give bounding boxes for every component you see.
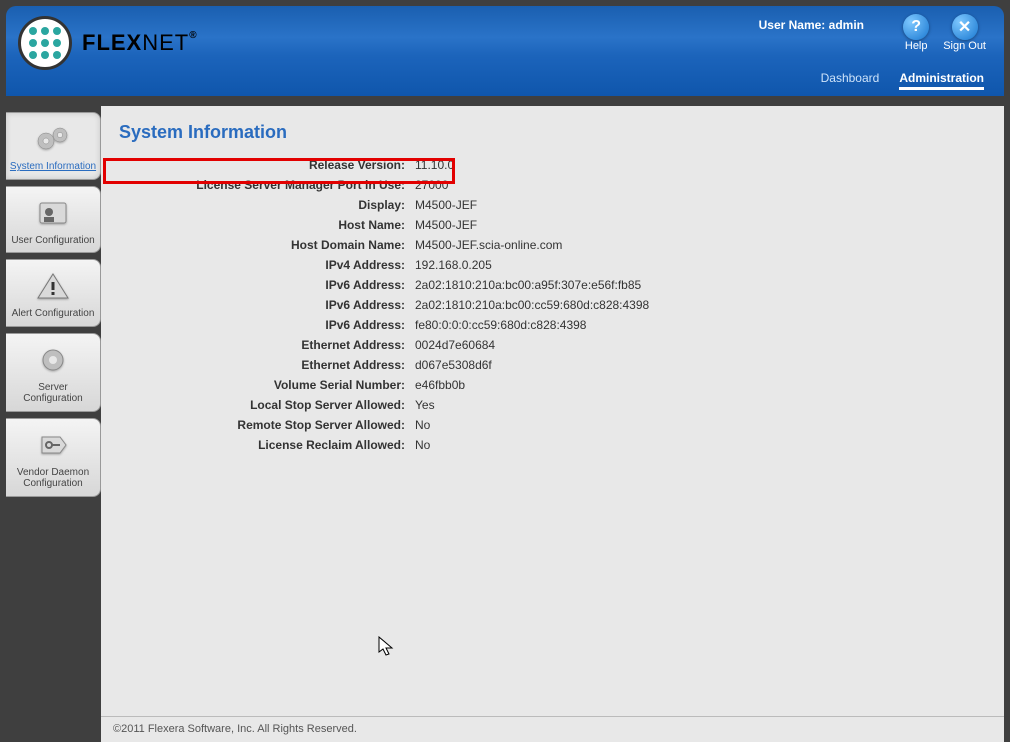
info-label: License Reclaim Allowed: xyxy=(121,438,411,452)
info-row: Ethernet Address:d067e5308d6f xyxy=(121,355,1004,375)
brand-reg: ® xyxy=(189,30,197,41)
footer: ©2011 Flexera Software, Inc. All Rights … xyxy=(101,716,1004,742)
info-value: 192.168.0.205 xyxy=(411,258,492,272)
info-row: IPv4 Address:192.168.0.205 xyxy=(121,255,1004,275)
info-label: IPv4 Address: xyxy=(121,258,411,272)
user-info: User Name: admin xyxy=(759,18,864,32)
close-icon: ✕ xyxy=(952,14,978,40)
info-value: fe80:0:0:0:cc59:680d:c828:4398 xyxy=(411,318,586,332)
signout-button[interactable]: ✕ Sign Out xyxy=(943,14,986,52)
info-row: License Server Manager Port in Use:27000 xyxy=(121,175,1004,195)
brand-text: FLEXNET® xyxy=(82,30,198,56)
gears-icon xyxy=(29,119,77,159)
info-row: Local Stop Server Allowed:Yes xyxy=(121,395,1004,415)
info-label: IPv6 Address: xyxy=(121,278,411,292)
gear-icon xyxy=(29,340,77,380)
user-label: User Name: xyxy=(759,18,826,32)
info-value: No xyxy=(411,438,430,452)
info-value: M4500-JEF.scia-online.com xyxy=(411,238,562,252)
info-row: Host Domain Name:M4500-JEF.scia-online.c… xyxy=(121,235,1004,255)
info-label: Release Version: xyxy=(121,158,411,172)
sidebar-item-alert-configuration[interactable]: Alert Configuration xyxy=(6,259,101,327)
info-value: 11.10.0 xyxy=(411,158,454,172)
sidebar-item-system-information[interactable]: System Information xyxy=(6,112,101,180)
sidebar-item-server-configuration[interactable]: Server Configuration xyxy=(6,333,101,412)
info-label: Host Domain Name: xyxy=(121,238,411,252)
info-label: License Server Manager Port in Use: xyxy=(121,178,411,192)
info-label: Display: xyxy=(121,198,411,212)
brand-logo: FLEXNET® xyxy=(18,16,198,70)
info-label: IPv6 Address: xyxy=(121,298,411,312)
info-label: IPv6 Address: xyxy=(121,318,411,332)
info-label: Ethernet Address: xyxy=(121,358,411,372)
brand-bold: FLEX xyxy=(82,30,142,55)
info-value: d067e5308d6f xyxy=(411,358,492,372)
sidebar: System Information User Configuration xyxy=(6,96,101,716)
info-row: Ethernet Address:0024d7e60684 xyxy=(121,335,1004,355)
info-row: Display:M4500-JEF xyxy=(121,195,1004,215)
info-row: IPv6 Address:2a02:1810:210a:bc00:cc59:68… xyxy=(121,295,1004,315)
tab-dashboard[interactable]: Dashboard xyxy=(821,71,880,90)
sidebar-item-label: System Information xyxy=(8,161,98,173)
info-value: 2a02:1810:210a:bc00:a95f:307e:e56f:fb85 xyxy=(411,278,641,292)
info-value: 27000 xyxy=(411,178,448,192)
system-info-table: Release Version:11.10.0License Server Ma… xyxy=(121,155,1004,455)
help-button[interactable]: ? Help xyxy=(903,14,929,52)
alert-icon xyxy=(29,266,77,306)
logo-icon xyxy=(18,16,72,70)
info-row: Remote Stop Server Allowed:No xyxy=(121,415,1004,435)
info-label: Remote Stop Server Allowed: xyxy=(121,418,411,432)
page-title: System Information xyxy=(101,106,1004,155)
header: FLEXNET® User Name: admin ? Help ✕ Sign … xyxy=(6,6,1004,96)
info-value: M4500-JEF xyxy=(411,218,477,232)
info-row: License Reclaim Allowed:No xyxy=(121,435,1004,455)
sidebar-item-label: Alert Configuration xyxy=(8,308,98,320)
info-value: 2a02:1810:210a:bc00:cc59:680d:c828:4398 xyxy=(411,298,649,312)
help-label: Help xyxy=(905,40,928,52)
info-value: 0024d7e60684 xyxy=(411,338,495,352)
user-value: admin xyxy=(829,18,864,32)
sidebar-item-label: Vendor Daemon Configuration xyxy=(8,467,98,490)
info-row: IPv6 Address:2a02:1810:210a:bc00:a95f:30… xyxy=(121,275,1004,295)
nav-tabs: Dashboard Administration xyxy=(821,71,984,90)
copyright-text: ©2011 Flexera Software, Inc. All Rights … xyxy=(113,723,357,735)
info-row: IPv6 Address:fe80:0:0:0:cc59:680d:c828:4… xyxy=(121,315,1004,335)
sidebar-item-user-configuration[interactable]: User Configuration xyxy=(6,186,101,254)
sidebar-item-label: User Configuration xyxy=(8,235,98,247)
brand-thin: NET xyxy=(142,30,189,55)
user-badge-icon xyxy=(29,193,77,233)
info-row: Host Name:M4500-JEF xyxy=(121,215,1004,235)
info-row: Volume Serial Number:e46fbb0b xyxy=(121,375,1004,395)
info-row: Release Version:11.10.0 xyxy=(121,155,1004,175)
info-value: M4500-JEF xyxy=(411,198,477,212)
sidebar-item-label: Server Configuration xyxy=(8,382,98,405)
info-label: Ethernet Address: xyxy=(121,338,411,352)
info-value: Yes xyxy=(411,398,435,412)
info-value: No xyxy=(411,418,430,432)
info-label: Volume Serial Number: xyxy=(121,378,411,392)
info-value: e46fbb0b xyxy=(411,378,465,392)
help-icon: ? xyxy=(903,14,929,40)
main-panel: System Information Release Version:11.10… xyxy=(101,106,1004,716)
info-label: Local Stop Server Allowed: xyxy=(121,398,411,412)
signout-label: Sign Out xyxy=(943,40,986,52)
tab-administration[interactable]: Administration xyxy=(899,71,984,90)
info-label: Host Name: xyxy=(121,218,411,232)
sidebar-item-vendor-daemon-configuration[interactable]: Vendor Daemon Configuration xyxy=(6,418,101,497)
key-tag-icon xyxy=(29,425,77,465)
